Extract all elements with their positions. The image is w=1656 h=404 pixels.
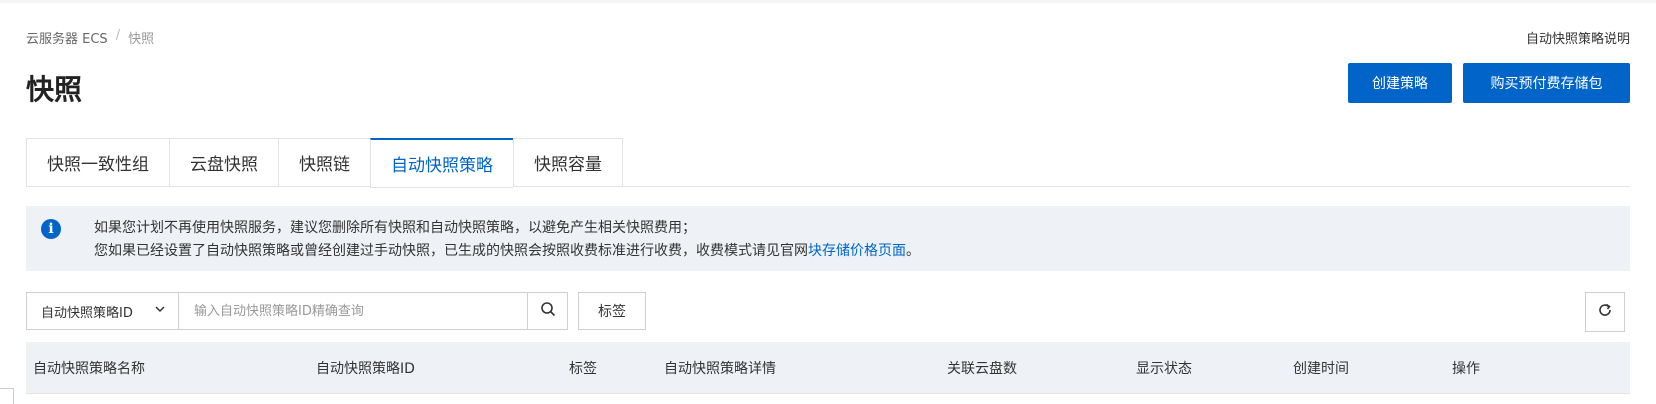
col-actions: 操作 [1452,361,1480,377]
search-field-label: 自动快照策略ID [41,305,133,321]
breadcrumb: 云服务器 ECS / 快照 [26,28,154,47]
info-notice: i 如果您计划不再使用快照服务，建议您删除所有快照和自动快照策略，以避免产生相关… [26,206,1630,271]
tab-consistency-group[interactable]: 快照一致性组 [26,138,169,187]
notice-line-2-text: 您如果已经设置了自动快照策略或曾经创建过手动快照，已生成的快照会按照收费标准进行… [94,243,808,259]
buy-storage-package-button[interactable]: 购买预付费存储包 [1463,63,1630,103]
col-tags[interactable]: 标签 [569,358,597,378]
tab-disk-snapshot[interactable]: 云盘快照 [169,138,278,187]
search-icon [540,301,556,321]
col-policy-name[interactable]: 自动快照策略名称 [33,358,145,378]
page-title: 快照 [26,73,83,106]
refresh-button[interactable] [1585,292,1625,332]
breadcrumb-separator: / [115,28,121,43]
snapshot-page: 云服务器 ECS / 快照 自动快照策略说明 快照 创建策略 购买预付费存储包 … [26,0,1630,404]
corner-marker [0,388,14,404]
refresh-icon [1597,302,1613,322]
search-field-select[interactable]: 自动快照策略ID [26,292,179,330]
col-display-status[interactable]: 显示状态 [1136,358,1192,378]
tab-snapshot-chain[interactable]: 快照链 [278,138,370,187]
create-policy-button[interactable]: 创建策略 [1348,63,1452,103]
tab-auto-snapshot-policy[interactable]: 自动快照策略 [370,138,513,188]
notice-line-1: 如果您计划不再使用快照服务，建议您删除所有快照和自动快照策略，以避免产生相关快照… [94,220,696,236]
snapshot-tabs: 快照一致性组 云盘快照 快照链 自动快照策略 快照容量 [26,138,1630,188]
breadcrumb-root[interactable]: 云服务器 ECS [26,28,108,47]
col-created-time[interactable]: 创建时间 [1293,358,1349,378]
policy-table-header: 自动快照策略名称 自动快照策略ID 标签 自动快照策略详情 关联云盘数 显示状态… [26,342,1630,394]
tag-filter-button[interactable]: 标签 [578,292,646,330]
chevron-down-icon [154,303,166,319]
search-button[interactable] [527,292,568,330]
policy-help-link[interactable]: 自动快照策略说明 [1526,28,1630,47]
col-policy-id[interactable]: 自动快照策略ID [316,358,415,378]
breadcrumb-current: 快照 [128,32,155,47]
tab-snapshot-capacity[interactable]: 快照容量 [513,138,623,187]
col-policy-details[interactable]: 自动快照策略详情 [664,358,776,378]
col-disk-count[interactable]: 关联云盘数 [947,358,1017,378]
price-page-link[interactable]: 块存储价格页面 [808,243,906,259]
search-input[interactable] [178,292,528,330]
info-icon: i [41,219,61,239]
notice-line-2-end: 。 [906,243,920,259]
notice-line-2: 您如果已经设置了自动快照策略或曾经创建过手动快照，已生成的快照会按照收费标准进行… [94,240,920,260]
